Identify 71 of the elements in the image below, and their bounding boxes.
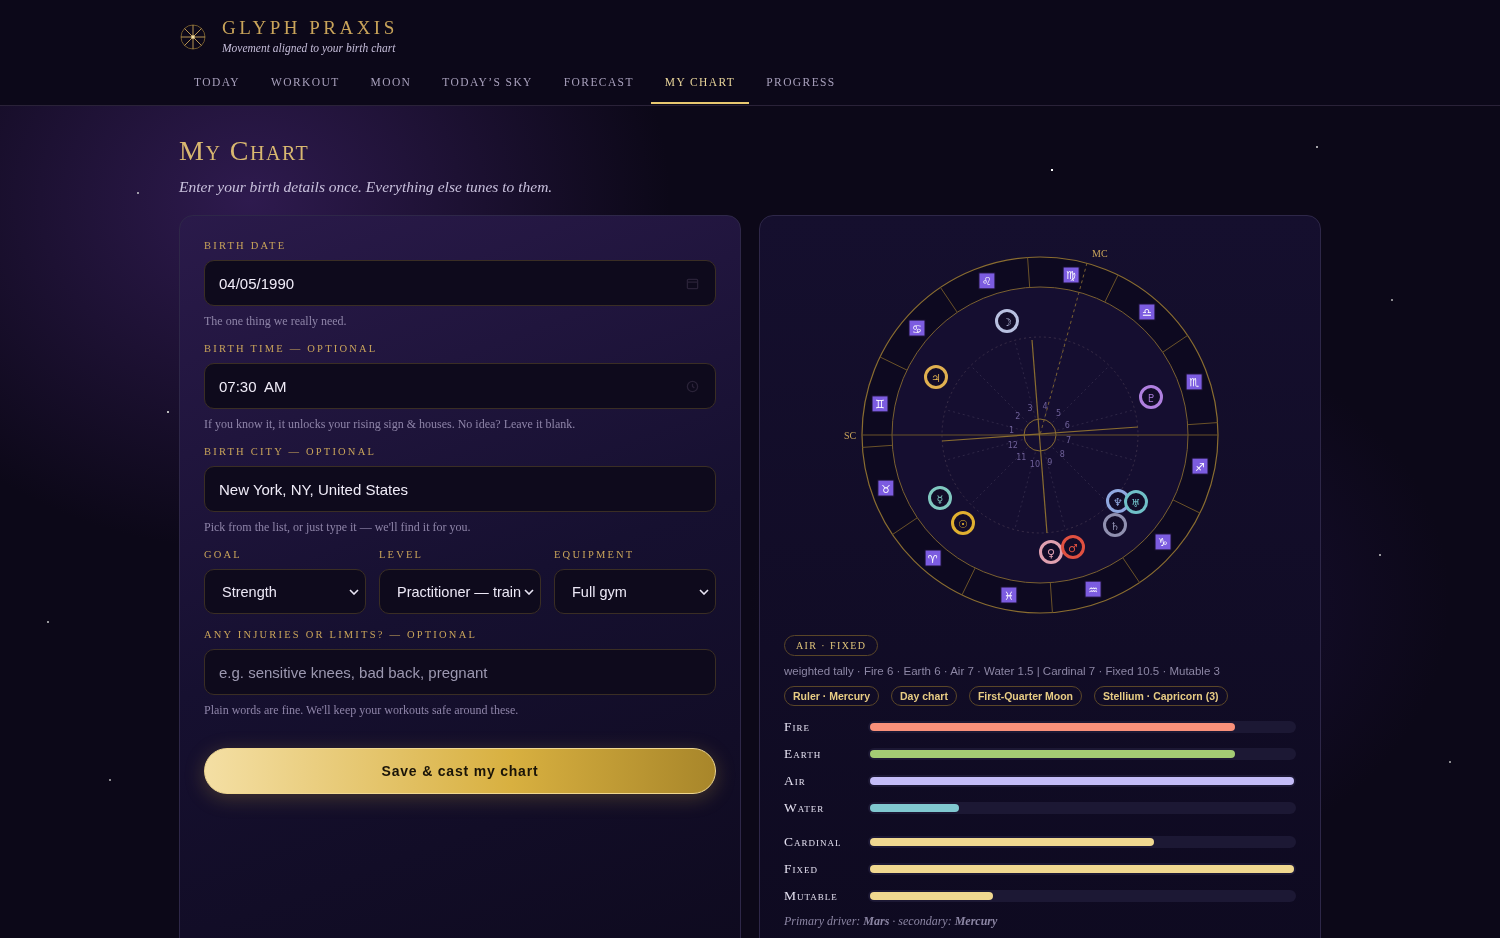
field-hint: The one thing we really need. bbox=[204, 314, 348, 328]
nav-tab[interactable]: TODAY bbox=[180, 73, 254, 104]
nav-tab[interactable]: FORECAST bbox=[549, 73, 648, 104]
dropdown[interactable]: Full gym bbox=[554, 569, 716, 614]
bar-label: Water bbox=[784, 800, 826, 816]
dropdown[interactable]: Strength bbox=[204, 569, 366, 614]
zodiac-sign: ♎ bbox=[1138, 303, 1156, 321]
zodiac-sign: ♋ bbox=[908, 319, 926, 337]
calendar-icon bbox=[686, 276, 699, 290]
axis-label: SC bbox=[844, 430, 857, 441]
house-number: 3 bbox=[1027, 403, 1033, 413]
star-logo-icon bbox=[180, 24, 206, 50]
house-number: 8 bbox=[1059, 449, 1065, 459]
clock-icon bbox=[686, 379, 699, 393]
zodiac-sign: ♑ bbox=[1154, 533, 1172, 551]
city-field[interactable]: New York, NY, United States bbox=[204, 466, 716, 512]
nav-tab[interactable]: TODAY’S SKY bbox=[428, 73, 547, 104]
zodiac-sign: ♐ bbox=[1191, 457, 1209, 475]
field-hint: If you know it, it unlocks your rising sign & houses. No idea? Leave it blank. bbox=[204, 417, 577, 431]
house-number: 7 bbox=[1066, 436, 1072, 446]
time-field[interactable]: 07:30 AM bbox=[204, 363, 716, 409]
injuries-field[interactable]: e.g. sensitive knees, bad back, pregnant bbox=[204, 649, 716, 695]
chevron-down-icon bbox=[524, 588, 534, 595]
house-number: 10 bbox=[1029, 459, 1041, 469]
dropdown[interactable]: Practitioner — train bbox=[379, 569, 541, 614]
nav-tab[interactable]: MOON bbox=[356, 73, 426, 104]
field-hint: Pick from the list, or just type it — we'll find it for you. bbox=[204, 520, 472, 534]
field-label: BIRTH TIME — OPTIONAL bbox=[204, 343, 379, 355]
bar-label: Cardinal bbox=[784, 834, 843, 850]
zodiac-sign: ♈ bbox=[924, 549, 942, 567]
driver-note: Primary driver: Mars · secondary: Mercury bbox=[784, 914, 999, 929]
nav-tab[interactable]: PROGRESS bbox=[752, 73, 850, 104]
house-number: 6 bbox=[1064, 421, 1070, 431]
nav-tab[interactable]: WORKOUT bbox=[257, 73, 354, 104]
field-label: LEVEL bbox=[379, 549, 425, 561]
save-button[interactable]: Save & cast my chart bbox=[204, 748, 716, 794]
zodiac-sign: ♊ bbox=[871, 395, 889, 413]
house-number: 12 bbox=[1007, 440, 1018, 450]
zodiac-sign: ♓ bbox=[1000, 586, 1018, 604]
field-label: BIRTH CITY — OPTIONAL bbox=[204, 446, 378, 458]
page-subtitle: Enter your birth details once. Everything else tunes to them. bbox=[179, 178, 554, 196]
house-number: 5 bbox=[1056, 408, 1062, 418]
bar-label: Earth bbox=[784, 746, 823, 762]
bar-label: Fire bbox=[784, 719, 811, 735]
zodiac-sign: ♉ bbox=[877, 479, 895, 497]
date-field[interactable]: 04/05/1990 bbox=[204, 260, 716, 306]
house-number: 9 bbox=[1047, 458, 1053, 468]
brand-tagline: Movement aligned to your birth chart bbox=[222, 41, 397, 54]
tally-text: weighted tally · Fire 6 · Earth 6 · Air 7 · Water 1.5 | Cardinal 7 · Fixed 10.5 · Mutable 3 bbox=[784, 665, 1221, 677]
field-hint: Plain words are fine. We'll keep your workouts safe around these. bbox=[204, 703, 520, 717]
zodiac-sign: ♏ bbox=[1185, 373, 1203, 391]
field-label: EQUIPMENT bbox=[554, 549, 636, 561]
zodiac-sign: ♌ bbox=[978, 272, 996, 290]
bar-label: Fixed bbox=[784, 861, 819, 877]
chevron-down-icon bbox=[349, 588, 359, 595]
house-number: 4 bbox=[1042, 402, 1048, 412]
house-number: 1 bbox=[1008, 425, 1014, 435]
brand-name: GLYPH PRAXIS bbox=[222, 16, 398, 39]
house-number: 2 bbox=[1015, 412, 1021, 422]
nav-tab[interactable]: MY CHART bbox=[650, 73, 750, 104]
bar-label: Air bbox=[784, 773, 807, 789]
house-number: 11 bbox=[1016, 453, 1027, 463]
field-label: BIRTH DATE bbox=[204, 240, 288, 252]
zodiac-sign: ♒ bbox=[1084, 580, 1102, 598]
field-label: GOAL bbox=[204, 549, 243, 561]
field-label: ANY INJURIES OR LIMITS? — OPTIONAL bbox=[204, 629, 479, 641]
zodiac-sign: ♍ bbox=[1062, 266, 1080, 284]
axis-label: MC bbox=[1092, 248, 1108, 259]
page-title: My Chart bbox=[179, 134, 311, 168]
bar-label: Mutable bbox=[784, 888, 839, 904]
chevron-down-icon bbox=[699, 588, 709, 595]
